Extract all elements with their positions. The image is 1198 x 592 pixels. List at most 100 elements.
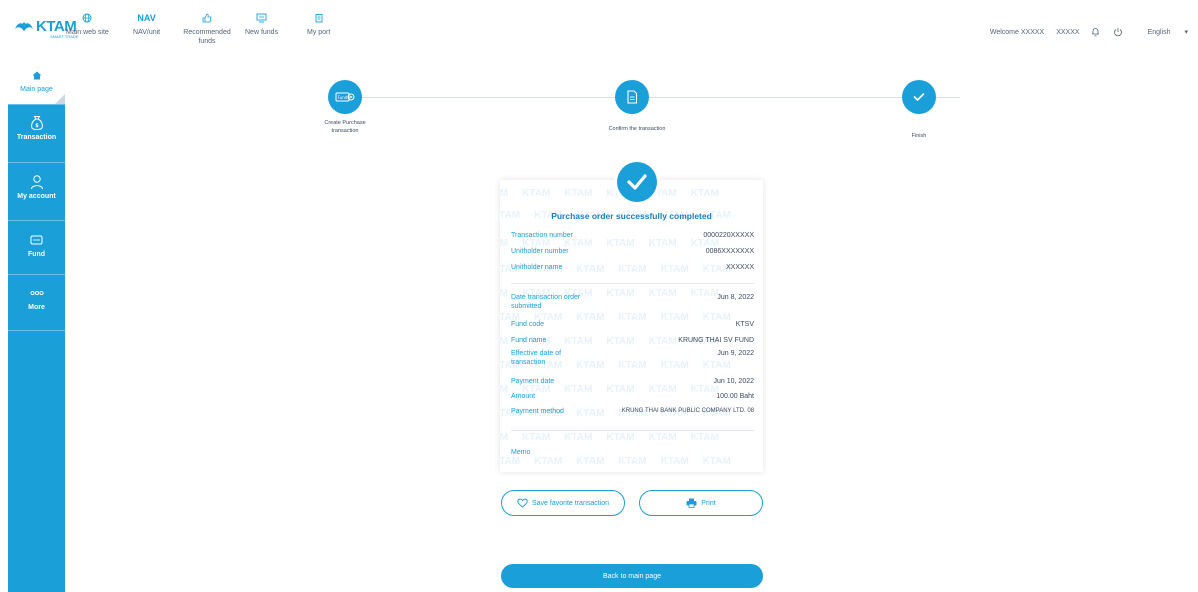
receipt-row-fund-name: Fund name KRUNG THAI SV FUND xyxy=(511,336,754,345)
user-icon xyxy=(30,173,44,191)
receipt-title: Purchase order successfully completed xyxy=(551,211,712,221)
sidebar-item-my-account[interactable]: My account xyxy=(8,173,65,200)
step-label-create: Create Purchase transaction xyxy=(324,120,366,134)
user-area: Welcome XXXXX XXXXX English ▾ xyxy=(978,26,1188,38)
row-value: KTSV xyxy=(735,321,754,328)
sidebar-item-transaction[interactable]: $ Transaction xyxy=(8,114,65,141)
back-to-main-label: Back to main page xyxy=(603,572,661,580)
sidebar-item-fund[interactable]: Fund xyxy=(8,231,65,258)
row-value: Jun 9, 2022 xyxy=(717,350,754,357)
dots-icon xyxy=(29,284,44,302)
row-label: Memo xyxy=(511,449,531,456)
row-label: Payment method xyxy=(511,408,564,415)
home-icon xyxy=(32,66,42,84)
nav-main-website[interactable]: Main web site xyxy=(66,12,109,37)
sidebar-item-label: My account xyxy=(17,193,56,200)
user-name: XXXXX xyxy=(1056,28,1080,36)
globe-icon xyxy=(80,12,94,24)
step-label-finish: Finish xyxy=(911,133,927,139)
language-select[interactable]: English ▾ xyxy=(1136,28,1188,36)
nav-label: New funds xyxy=(245,29,279,36)
nav-label: Recommended funds xyxy=(183,29,231,45)
sidebar: Main page $ Transaction My account Fund xyxy=(8,56,65,592)
svg-text:Fund: Fund xyxy=(338,95,348,100)
row-value: Jun 10, 2022 xyxy=(713,378,754,385)
fund-card-icon xyxy=(30,231,43,249)
sidebar-divider xyxy=(8,220,65,221)
printer-icon xyxy=(686,498,697,508)
nav-my-port[interactable]: My port xyxy=(307,12,330,37)
check-icon xyxy=(913,93,925,101)
sidebar-item-more[interactable]: More xyxy=(8,284,65,311)
app-root: KTAM SMART TRADE Main web site NAV NAV/u… xyxy=(0,0,1198,592)
row-value: 0000220XXXXX xyxy=(703,232,754,239)
save-favorite-button[interactable]: Save favorite transaction xyxy=(501,490,625,516)
thumbs-up-icon xyxy=(200,12,214,24)
welcome-text: Welcome XXXXX xyxy=(989,28,1045,36)
back-to-main-button[interactable]: Back to main page xyxy=(501,564,763,588)
svg-text:$: $ xyxy=(35,123,39,129)
sidebar-divider xyxy=(8,162,65,163)
language-label: English xyxy=(1147,29,1171,36)
row-label: Payment date xyxy=(511,378,555,385)
heart-icon xyxy=(517,498,528,508)
row-value: XXXXXX xyxy=(725,264,754,271)
row-label: Unitholder number xyxy=(511,248,569,255)
receipt-row-transaction-number: Transaction number 0000220XXXXX xyxy=(511,231,754,240)
sidebar-item-main-page[interactable]: Main page xyxy=(8,56,65,104)
monitor-icon xyxy=(255,12,269,24)
receipt-row-fund-code: Fund code KTSV xyxy=(511,320,754,329)
receipt-card: KTAMKTAMKTAMKTAMKTAMKTAM KTAMKTAMKTAMKTA… xyxy=(500,180,763,472)
step-label-confirm: Confirm the transaction xyxy=(608,126,666,132)
fund-tag-icon: Fund xyxy=(335,92,355,102)
sidebar-divider xyxy=(8,330,65,331)
sidebar-divider xyxy=(8,274,65,275)
receipt-row-date-submitted: Date transaction order submitted Jun 8, … xyxy=(511,293,754,311)
step-confirm xyxy=(615,80,649,114)
save-favorite-label: Save favorite transaction xyxy=(531,499,610,507)
caret-down-icon: ▾ xyxy=(1184,29,1188,36)
receipt-divider xyxy=(511,283,754,284)
row-label: Amount xyxy=(511,393,536,400)
success-check-icon xyxy=(617,162,657,202)
nav-nav-unit[interactable]: NAV NAV/unit xyxy=(133,12,160,37)
sidebar-item-label: Main page xyxy=(20,86,53,93)
row-label: Effective date of transaction xyxy=(511,350,562,366)
receipt-row-amount: Amount 100.00 Baht xyxy=(511,392,754,401)
power-icon[interactable] xyxy=(1112,26,1124,38)
receipt-divider xyxy=(511,430,754,431)
nav-new-funds[interactable]: New funds xyxy=(245,12,278,37)
print-button[interactable]: Print xyxy=(639,490,763,516)
receipt-row-unitholder-number: Unitholder number 0086XXXXXXX xyxy=(511,247,754,256)
row-label: Fund name xyxy=(511,337,547,344)
row-label: Date transaction order submitted xyxy=(511,294,581,310)
print-label: Print xyxy=(701,499,716,507)
receipt-row-effective-date: Effective date of transaction Jun 9, 202… xyxy=(511,349,754,367)
row-value: KRUNG THAI BANK PUBLIC COMPANY LTD. 08 xyxy=(621,408,754,414)
sidebar-item-label: Fund xyxy=(27,251,46,258)
sidebar-item-label: More xyxy=(28,304,45,311)
row-value: 0086XXXXXXX xyxy=(705,248,754,255)
step-create-purchase: Fund xyxy=(328,80,362,114)
row-value: KRUNG THAI SV FUND xyxy=(678,337,754,344)
clipboard-icon xyxy=(312,12,326,24)
document-icon xyxy=(627,90,638,104)
receipt-row-memo: Memo xyxy=(511,448,754,457)
nav-label: My port xyxy=(307,29,331,36)
nav-strong-label: NAV xyxy=(137,13,156,23)
bell-icon[interactable] xyxy=(1090,26,1102,38)
top-bar: KTAM SMART TRADE Main web site NAV NAV/u… xyxy=(0,0,1198,56)
receipt-row-payment-date: Payment date Jun 10, 2022 xyxy=(511,377,754,386)
row-value: Jun 8, 2022 xyxy=(717,294,754,301)
receipt-row-payment-method: Payment method KRUNG THAI BANK PUBLIC CO… xyxy=(511,407,754,416)
nav-label: NAV/unit xyxy=(133,29,161,36)
stepper-line xyxy=(345,97,960,98)
row-value: 100.00 Baht xyxy=(716,393,754,400)
step-finish xyxy=(902,80,936,114)
sidebar-divider xyxy=(8,104,65,105)
money-bag-icon: $ xyxy=(30,114,44,132)
nav-label: Main web site xyxy=(66,29,109,36)
nav-recommended-funds[interactable]: Recommended funds xyxy=(182,12,232,46)
sidebar-item-label: Transaction xyxy=(16,134,57,141)
row-label: Transaction number xyxy=(511,232,573,239)
